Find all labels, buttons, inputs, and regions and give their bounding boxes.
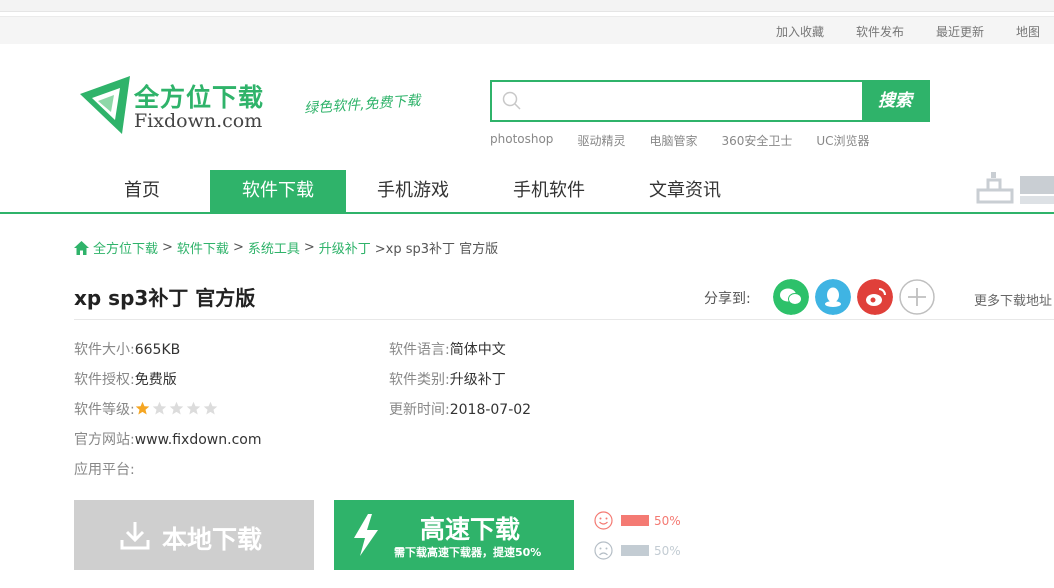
info-label: 软件授权: xyxy=(74,372,135,388)
top-strip xyxy=(0,0,1054,12)
wechat-icon[interactable] xyxy=(773,279,809,315)
breadcrumb-link[interactable]: 系统工具 xyxy=(248,238,300,257)
star-empty-icon xyxy=(203,401,217,415)
nav-item-software[interactable]: 软件下载 xyxy=(210,170,346,212)
download-icon xyxy=(120,522,150,550)
smile-icon xyxy=(594,511,613,530)
sitemap-link[interactable]: 地图 xyxy=(1016,23,1040,40)
info-update: 更新时间:2018-07-02 xyxy=(389,399,531,419)
logo-domain: Fixdown.com xyxy=(134,110,263,132)
info-value: 免费版 xyxy=(134,372,177,388)
divider xyxy=(74,319,1054,320)
recent-updates-link[interactable]: 最近更新 xyxy=(936,23,984,40)
star-empty-icon xyxy=(169,401,183,415)
main-nav: 首页 软件下载 手机游戏 手机软件 文章资讯 xyxy=(0,170,1054,214)
info-license: 软件授权:免费版 xyxy=(74,369,177,389)
publish-software-link[interactable]: 软件发布 xyxy=(856,23,904,40)
logo-mark-icon xyxy=(80,76,130,134)
info-value: 665KB xyxy=(134,342,181,358)
info-value: 升级补丁 xyxy=(449,372,506,388)
good-vote-percent: 50% xyxy=(654,513,681,528)
info-label: 软件大小: xyxy=(74,342,135,358)
vote-good[interactable]: 50% xyxy=(594,511,681,530)
breadcrumb-link[interactable]: 软件下载 xyxy=(177,238,229,257)
star-filled-icon xyxy=(135,401,149,415)
logo-name: 全方位下载 xyxy=(134,83,265,112)
hot-search-words: photoshop 驱动精灵 电脑管家 360安全卫士 UC浏览器 xyxy=(490,132,894,149)
site-slogan: 绿色软件,免费下载 xyxy=(303,92,421,118)
nav-item-mobile-apps[interactable]: 手机软件 xyxy=(481,170,617,212)
hotword-link[interactable]: photoshop xyxy=(490,132,553,149)
qq-icon[interactable] xyxy=(815,279,851,315)
nav-item-home[interactable]: 首页 xyxy=(74,170,210,212)
info-label: 官方网站: xyxy=(74,432,135,448)
breadcrumb-link[interactable]: 升级补丁 xyxy=(319,238,371,257)
breadcrumb-link[interactable]: 全方位下载 xyxy=(93,238,158,257)
info-language: 软件语言:简体中文 xyxy=(389,339,506,359)
fast-download-button[interactable]: 高速下载 需下载高速下载器，提速50% xyxy=(334,500,574,570)
info-label: 软件等级: xyxy=(74,402,135,418)
lightning-icon xyxy=(354,514,378,556)
weibo-icon[interactable] xyxy=(857,279,893,315)
add-favorite-link[interactable]: 加入收藏 xyxy=(776,23,824,40)
info-category: 软件类别:升级补丁 xyxy=(389,369,506,389)
hotword-link[interactable]: 360安全卫士 xyxy=(721,132,792,149)
star-empty-icon xyxy=(186,401,200,415)
info-label: 软件类别: xyxy=(389,372,450,388)
info-website: 官方网站:www.fixdown.com xyxy=(74,429,261,449)
page-title: xp sp3补丁 官方版 xyxy=(74,286,256,310)
info-size: 软件大小:665KB xyxy=(74,339,180,359)
info-label: 应用平台: xyxy=(74,462,135,478)
search-button[interactable]: 搜索 xyxy=(862,82,928,120)
share-label: 分享到: xyxy=(704,291,751,307)
breadcrumb-separator: > xyxy=(232,240,244,255)
info-value: www.fixdown.com xyxy=(134,432,262,448)
bad-vote-bar xyxy=(621,545,649,556)
fast-download-subtitle: 需下载高速下载器，提速50% xyxy=(394,546,542,559)
plus-icon[interactable] xyxy=(899,279,935,315)
top-ranking-icon[interactable] xyxy=(976,172,1054,208)
breadcrumb-current: >xp sp3补丁 官方版 xyxy=(374,242,499,257)
breadcrumb-separator: > xyxy=(162,240,173,255)
info-value: 2018-07-02 xyxy=(449,402,532,418)
vote-bad[interactable]: 50% xyxy=(594,541,681,560)
rating-stars xyxy=(135,401,220,416)
info-value: 简体中文 xyxy=(449,342,506,358)
good-vote-bar xyxy=(621,515,649,526)
nav-item-mobile-games[interactable]: 手机游戏 xyxy=(345,170,481,212)
hotword-link[interactable]: 驱动精灵 xyxy=(577,132,625,149)
search-icon xyxy=(502,91,521,110)
fast-download-label: 高速下载 xyxy=(420,515,521,544)
breadcrumb-separator: > xyxy=(303,240,315,255)
bad-vote-percent: 50% xyxy=(654,543,681,558)
nav-item-articles[interactable]: 文章资讯 xyxy=(617,170,753,212)
local-download-label: 本地下载 xyxy=(162,525,263,554)
breadcrumb: 全方位下载 > 软件下载 > 系统工具 > 升级补丁 >xp sp3补丁 官方版 xyxy=(74,238,502,257)
info-platform: 应用平台: xyxy=(74,459,135,479)
info-label: 更新时间: xyxy=(389,402,450,418)
search-input[interactable] xyxy=(528,88,858,114)
home-icon xyxy=(74,240,89,255)
frown-icon xyxy=(594,541,613,560)
site-logo[interactable]: 全方位下载 Fixdown.com xyxy=(78,74,278,136)
star-empty-icon xyxy=(152,401,166,415)
more-download-links[interactable]: 更多下载地址 xyxy=(974,290,1052,309)
info-label: 软件语言: xyxy=(389,342,450,358)
info-rating: 软件等级: xyxy=(74,399,220,419)
top-links-bar: 加入收藏 软件发布 最近更新 地图 xyxy=(0,16,1054,44)
hotword-link[interactable]: UC浏览器 xyxy=(816,132,869,149)
hotword-link[interactable]: 电脑管家 xyxy=(649,132,697,149)
local-download-button[interactable]: 本地下载 xyxy=(74,500,314,570)
search-box: 搜索 xyxy=(490,80,930,122)
